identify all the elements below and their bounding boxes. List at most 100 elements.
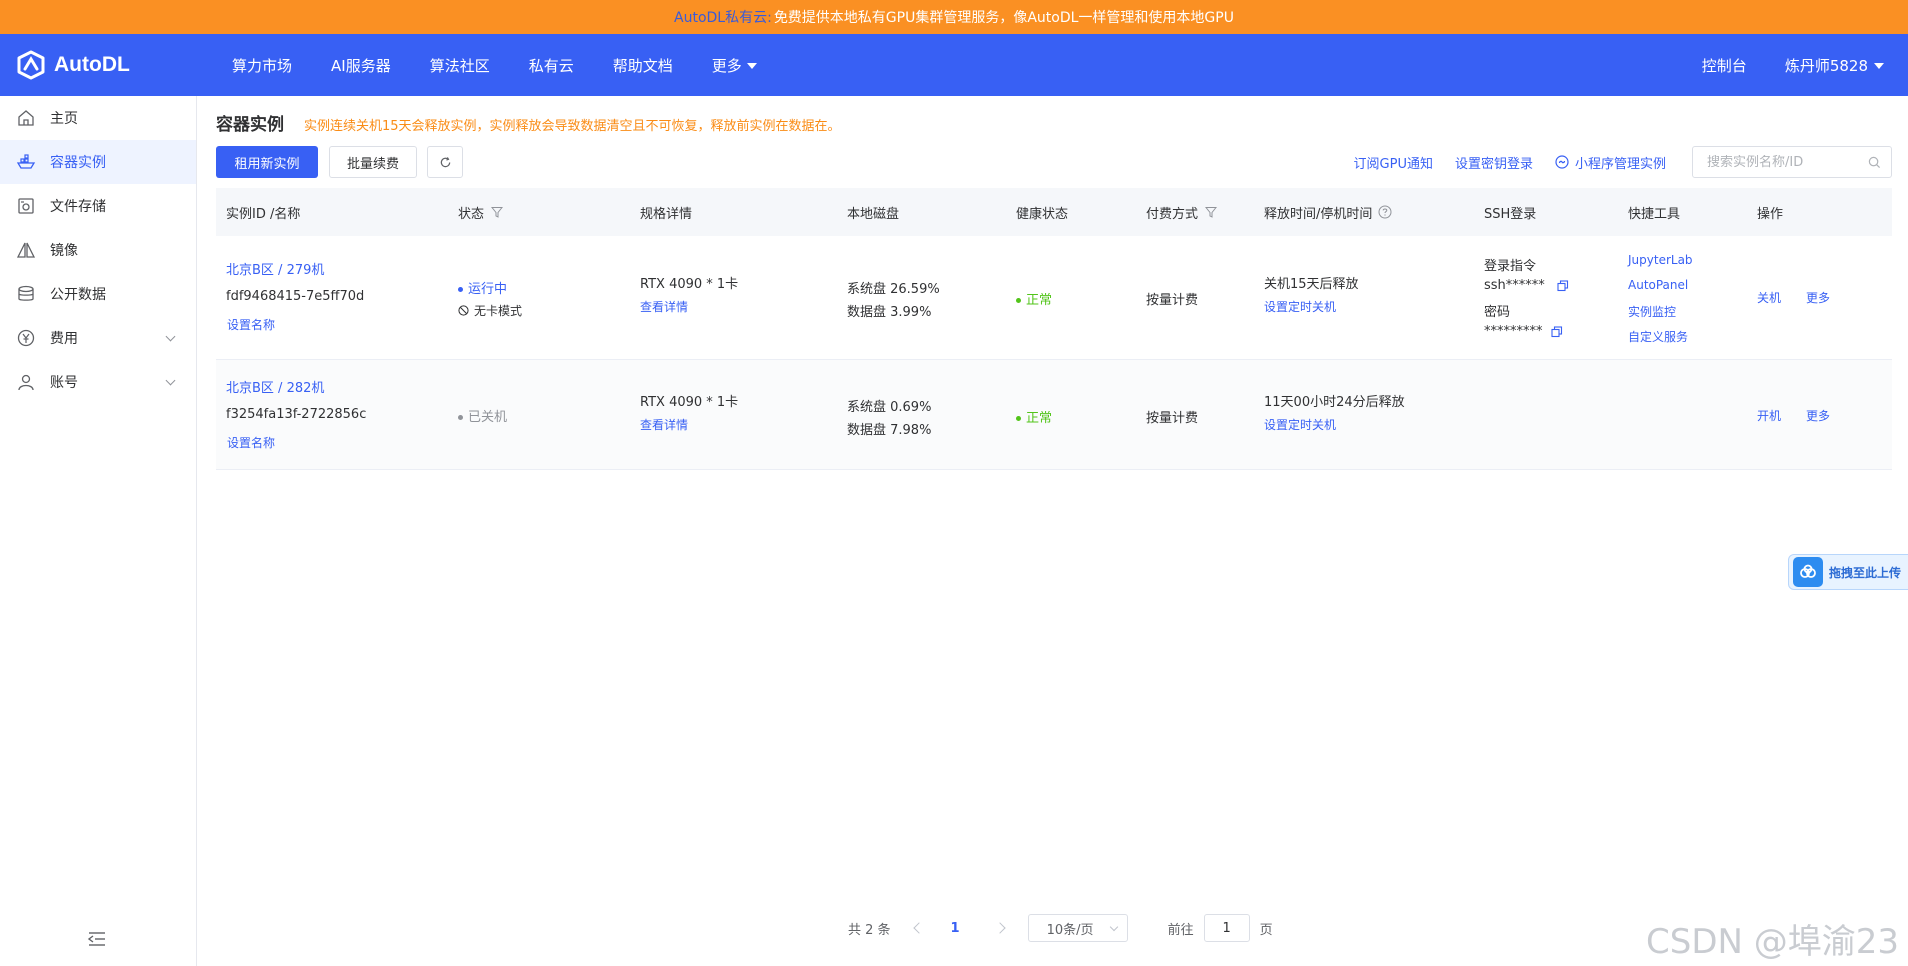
instance-id: fdf9468415-7e5ff70d (226, 289, 365, 304)
health-dot (1016, 416, 1021, 421)
user-menu[interactable]: 炼丹师5828 (1785, 55, 1884, 76)
header-status[interactable]: 状态 (458, 188, 640, 236)
status-running: 运行中 (458, 278, 507, 297)
release-warning: 实例连续关机15天会释放实例，实例释放会导致数据清空且不可恢复，释放前实例在数据… (304, 119, 841, 134)
image-icon (16, 240, 36, 260)
nav-link-more[interactable]: 更多 (712, 55, 757, 76)
copy-icon[interactable] (1551, 325, 1563, 338)
health-label: 正常 (1026, 411, 1053, 426)
spec-detail-link[interactable]: 查看详情 (640, 298, 688, 315)
nav-link-ai-server[interactable]: AI服务器 (331, 55, 391, 76)
password-value: ********* (1484, 324, 1543, 339)
search-input[interactable] (1707, 154, 1867, 170)
next-page-icon[interactable] (993, 922, 1006, 934)
sidebar-item-account[interactable]: 账号 (0, 360, 196, 404)
pagination: 共 2 条 1 10条/页 前往 1 页 (848, 914, 1273, 942)
header-billing[interactable]: 付费方式 (1146, 188, 1264, 236)
sidebar-item-public-data[interactable]: 公开数据 (0, 272, 196, 316)
chevron-down-icon (1109, 922, 1118, 932)
more-actions-button[interactable]: 更多 (1806, 407, 1830, 424)
monitor-link[interactable]: 实例监控 (1628, 303, 1676, 320)
refresh-button[interactable] (427, 146, 463, 178)
nav-links: 算力市场 AI服务器 算法社区 私有云 帮助文档 更多 (232, 55, 796, 76)
sidebar-item-label: 主页 (50, 111, 78, 127)
cell-ssh: 登录指令 ssh****** 密码 ********* (1484, 236, 1628, 359)
user-icon (16, 372, 36, 392)
help-icon[interactable] (1378, 205, 1392, 219)
table-row: 北京B区 / 279机 fdf9468415-7e5ff70d 设置名称 运行中… (216, 236, 1892, 360)
search-box[interactable] (1692, 146, 1892, 178)
console-link[interactable]: 控制台 (1702, 55, 1747, 76)
set-name-link[interactable]: 设置名称 (227, 316, 275, 333)
billing-mode: 按量计费 (1146, 293, 1199, 308)
sidebar-item-home[interactable]: 主页 (0, 96, 196, 140)
prev-page-icon[interactable] (912, 922, 925, 934)
set-key-login-link[interactable]: 设置密钥登录 (1455, 153, 1533, 172)
sidebar-item-containers[interactable]: 容器实例 (0, 140, 196, 184)
set-timer-link[interactable]: 设置定时关机 (1264, 298, 1336, 315)
password-label: 密码 (1484, 305, 1511, 320)
header-ssh: SSH登录 (1484, 206, 1537, 222)
sidebar-item-images[interactable]: 镜像 (0, 228, 196, 272)
page-title: 容器实例 (216, 115, 284, 135)
header-actions: 操作 (1757, 206, 1784, 222)
goto-page-input[interactable]: 1 (1203, 914, 1250, 942)
filter-icon[interactable] (1205, 206, 1218, 218)
storage-icon (16, 196, 36, 216)
chevron-down-icon (165, 375, 176, 386)
nav-link-compute-market[interactable]: 算力市场 (232, 55, 292, 76)
promo-banner[interactable]: AutoDL私有云: 免费提供本地私有GPU集群管理服务，像AutoDL一样管理… (0, 0, 1908, 34)
jupyterlab-link[interactable]: JupyterLab (1628, 253, 1693, 267)
start-button[interactable]: 开机 (1757, 407, 1781, 424)
yen-icon (16, 328, 36, 348)
set-timer-link[interactable]: 设置定时关机 (1264, 416, 1336, 433)
banner-text[interactable]: 免费提供本地私有GPU集群管理服务，像AutoDL一样管理和使用本地GPU (774, 7, 1234, 27)
drag-upload-tab[interactable]: 拖拽至此上传 (1788, 554, 1908, 590)
set-name-link[interactable]: 设置名称 (227, 434, 275, 451)
instance-name-link[interactable]: 北京B区 / 279机 (226, 259, 324, 278)
search-icon[interactable] (1868, 156, 1881, 169)
batch-renew-button[interactable]: 批量续费 (329, 146, 417, 178)
spec-detail-link[interactable]: 查看详情 (640, 416, 688, 433)
nav-link-docs[interactable]: 帮助文档 (613, 55, 673, 76)
cell-health: 正常 (1016, 360, 1146, 469)
sidebar-item-billing[interactable]: 费用 (0, 316, 196, 360)
rent-new-instance-button[interactable]: 租用新实例 (216, 146, 318, 178)
gpu-spec: RTX 4090 * 1卡 (640, 395, 739, 410)
page-number-current[interactable]: 1 (951, 921, 960, 936)
miniprogram-link[interactable]: 小程序管理实例 (1555, 153, 1666, 172)
custom-service-link[interactable]: 自定义服务 (1628, 328, 1688, 345)
cell-status: 已关机 (458, 360, 640, 469)
nav-link-private-cloud[interactable]: 私有云 (529, 55, 574, 76)
cell-release: 关机15天后释放 设置定时关机 (1264, 236, 1484, 359)
nav-right: 控制台 炼丹师5828 (1664, 34, 1884, 96)
sidebar-item-label: 文件存储 (50, 199, 106, 215)
instance-name-link[interactable]: 北京B区 / 282机 (226, 377, 324, 396)
header-id-name: 实例ID /名称 (226, 206, 301, 222)
page-size-select[interactable]: 10条/页 (1027, 914, 1128, 942)
filter-icon[interactable] (491, 206, 504, 218)
main-content: 容器实例 实例连续关机15天会释放实例，实例释放会导致数据清空且不可恢复，释放前… (216, 96, 1892, 966)
user-name: 炼丹师5828 (1784, 56, 1868, 75)
subscribe-gpu-link[interactable]: 订阅GPU通知 (1354, 153, 1433, 172)
cell-spec: RTX 4090 * 1卡 查看详情 (640, 236, 847, 359)
goto-label: 前往 (1167, 922, 1194, 938)
watermark: CSDN @埠渝23 (1646, 922, 1900, 962)
sidebar-item-storage[interactable]: 文件存储 (0, 184, 196, 228)
more-actions-button[interactable]: 更多 (1806, 289, 1830, 306)
banner-brand[interactable]: AutoDL私有云: (674, 7, 772, 27)
home-icon (16, 108, 36, 128)
nav-link-community[interactable]: 算法社区 (430, 55, 490, 76)
sidebar-item-label: 费用 (50, 331, 78, 347)
gpu-spec: RTX 4090 * 1卡 (640, 277, 739, 292)
header-disk: 本地磁盘 (847, 206, 900, 222)
status-label: 已关机 (468, 410, 508, 425)
shutdown-button[interactable]: 关机 (1757, 289, 1781, 306)
page-word: 页 (1259, 922, 1273, 938)
copy-icon[interactable] (1557, 279, 1569, 292)
collapse-sidebar-icon[interactable] (86, 928, 108, 950)
cell-health: 正常 (1016, 236, 1146, 359)
no-gpu-mode: 无卡模式 (458, 302, 522, 319)
logo[interactable]: AutoDL (16, 50, 216, 80)
autopanel-link[interactable]: AutoPanel (1628, 278, 1688, 292)
